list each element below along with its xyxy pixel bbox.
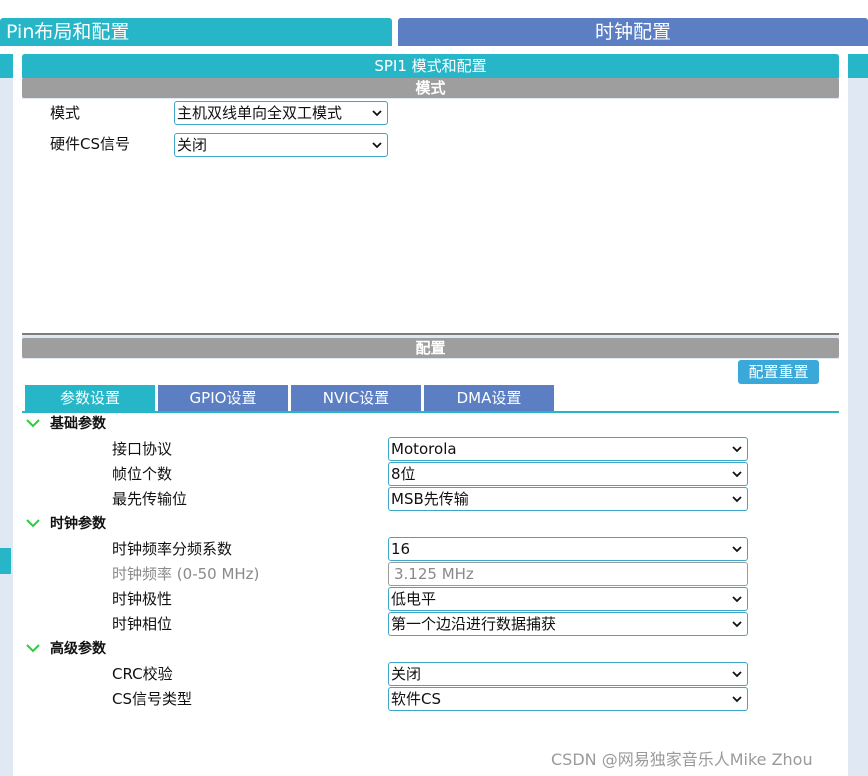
reset-config-button[interactable]: 配置重置 (738, 360, 819, 384)
config-section-header: 配置 (22, 338, 839, 358)
right-side-panel-header (848, 54, 868, 78)
clock-polarity-select[interactable]: 低电平 (388, 587, 748, 611)
tab-pin-layout[interactable]: Pin布局和配置 (0, 18, 392, 46)
chevron-down-icon (732, 471, 742, 478)
tab-parameter-settings[interactable]: 参数设置 (25, 385, 155, 412)
chevron-down-icon (372, 142, 382, 149)
right-side-panel-edge (848, 54, 868, 776)
hardware-cs-label: 硬件CS信号 (50, 135, 130, 153)
watermark: CSDN @网易独家音乐人Mike Zhou (551, 750, 813, 769)
left-side-panel-handle[interactable] (0, 548, 11, 574)
tab-clock-config[interactable]: 时钟配置 (398, 18, 868, 46)
chevron-down-icon (732, 621, 742, 628)
left-side-panel-edge (0, 54, 13, 776)
group-advanced-params[interactable]: 高级参数 (50, 639, 106, 659)
param-label-clock-frequency: 时钟频率 (0-50 MHz) (112, 564, 259, 584)
chevron-down-icon (732, 671, 742, 678)
clock-phase-select[interactable]: 第一个边沿进行数据捕获 (388, 612, 748, 636)
clock-frequency-readonly-field: 3.125 MHz (388, 562, 748, 586)
select-value: 关闭 (391, 665, 422, 683)
left-side-panel-header (0, 54, 13, 78)
tab-dma-settings[interactable]: DMA设置 (424, 385, 554, 412)
first-bit-select[interactable]: MSB先传输 (388, 487, 748, 511)
chevron-down-icon[interactable] (26, 418, 40, 428)
group-clock-params[interactable]: 时钟参数 (50, 514, 106, 534)
chevron-down-icon[interactable] (26, 643, 40, 653)
chevron-down-icon[interactable] (26, 518, 40, 528)
hardware-cs-select-value: 关闭 (177, 136, 208, 154)
cs-type-select[interactable]: 软件CS (388, 687, 748, 711)
param-label-first-bit: 最先传输位 (112, 490, 188, 508)
select-value: 低电平 (391, 590, 437, 608)
field-value: 3.125 MHz (394, 565, 474, 583)
panel-title: SPI1 模式和配置 (22, 54, 839, 78)
crc-select[interactable]: 关闭 (388, 662, 748, 686)
param-label-interface-protocol: 接口协议 (112, 440, 173, 458)
chevron-down-icon (732, 496, 742, 503)
param-label-clock-polarity: 时钟极性 (112, 590, 173, 608)
frame-bits-select[interactable]: 8位 (388, 462, 748, 486)
select-value: 软件CS (391, 690, 441, 708)
param-label-clock-prescaler: 时钟频率分频系数 (112, 540, 233, 558)
clock-frequency-range: (0-50 MHz) (176, 565, 260, 583)
mode-label: 模式 (50, 104, 81, 122)
chevron-down-icon (732, 596, 742, 603)
tab-gpio-settings[interactable]: GPIO设置 (158, 385, 288, 412)
select-value: 8位 (391, 465, 416, 483)
select-value: MSB先传输 (391, 490, 469, 508)
mode-area (22, 99, 839, 333)
chevron-down-icon (372, 110, 382, 117)
group-basic-params[interactable]: 基础参数 (50, 414, 106, 434)
clock-frequency-label-text: 时钟频率 (112, 565, 173, 583)
mode-select-value: 主机双线单向全双工模式 (177, 104, 343, 122)
select-value: 16 (391, 540, 411, 558)
chevron-down-icon (732, 546, 742, 553)
mode-select[interactable]: 主机双线单向全双工模式 (174, 101, 388, 125)
hardware-cs-select[interactable]: 关闭 (174, 133, 388, 157)
section-divider[interactable] (22, 333, 839, 335)
interface-protocol-select[interactable]: Motorola (388, 437, 748, 461)
param-label-clock-phase: 时钟相位 (112, 615, 173, 633)
chevron-down-icon (732, 696, 742, 703)
param-label-crc: CRC校验 (112, 665, 173, 683)
select-value: Motorola (391, 440, 457, 458)
tab-nvic-settings[interactable]: NVIC设置 (291, 385, 421, 412)
tab-underline (22, 411, 839, 413)
chevron-down-icon (732, 446, 742, 453)
param-label-frame-bits: 帧位个数 (112, 465, 173, 483)
select-value: 第一个边沿进行数据捕获 (391, 615, 557, 633)
mode-section-header: 模式 (22, 78, 839, 98)
clock-prescaler-select[interactable]: 16 (388, 537, 748, 561)
param-label-cs-type: CS信号类型 (112, 690, 192, 708)
